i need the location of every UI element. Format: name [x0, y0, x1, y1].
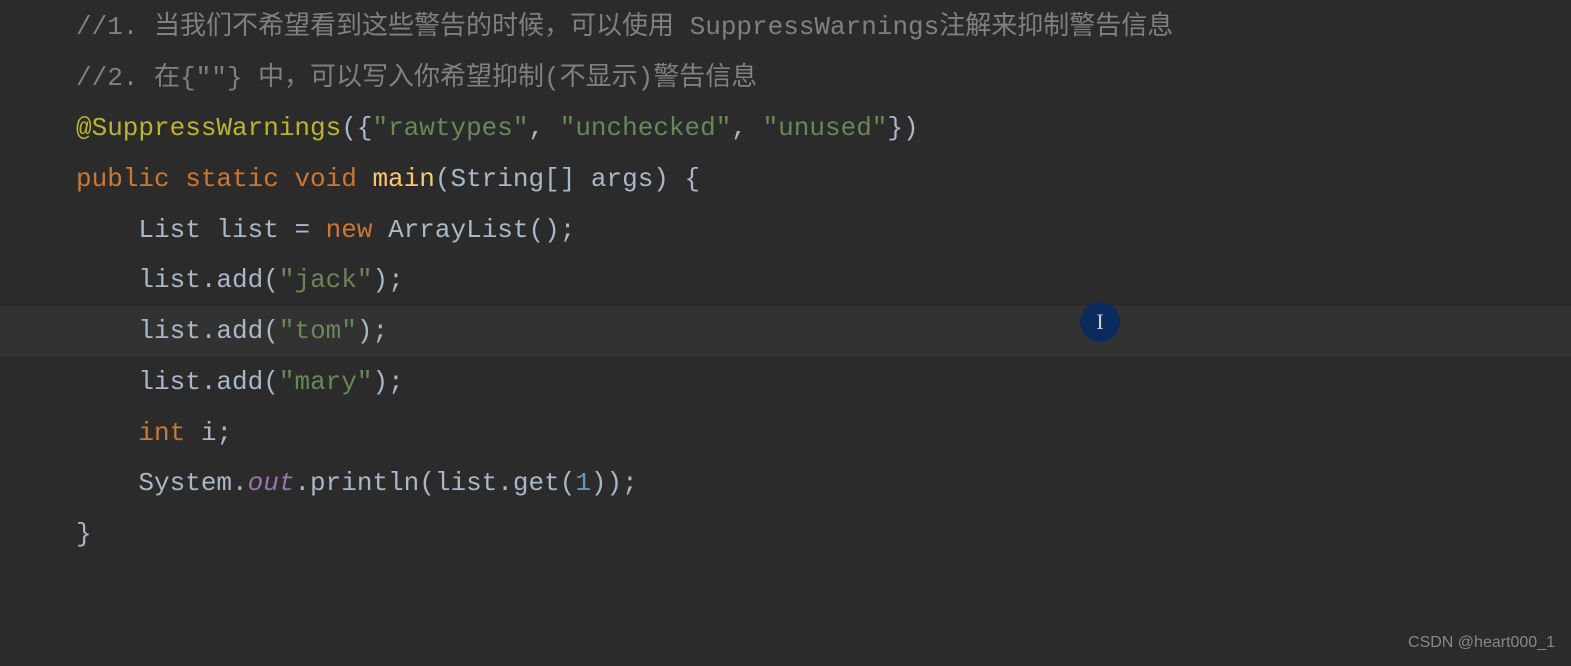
comment-text: //1. 当我们不希望看到这些警告的时候，可以使用 SuppressWarnin…: [76, 12, 1173, 42]
method-name: main: [372, 164, 434, 194]
code-line-10[interactable]: System.out.println(list.get(1));: [76, 458, 1571, 509]
indent: [76, 265, 138, 295]
method-call: list.add(: [138, 265, 278, 295]
end: ));: [591, 468, 638, 498]
text-cursor-icon: [1080, 302, 1120, 342]
code-line-5[interactable]: List list = new ArrayList();: [76, 205, 1571, 256]
indent: [76, 316, 138, 346]
indent: [76, 367, 138, 397]
system: System.: [138, 468, 247, 498]
code-line-6[interactable]: list.add("jack");: [76, 255, 1571, 306]
paren-close: }): [887, 113, 918, 143]
code-line-12[interactable]: }: [76, 509, 1571, 560]
string-literal: "jack": [279, 265, 373, 295]
number-literal: 1: [575, 468, 591, 498]
code-line-3[interactable]: @SuppressWarnings({"rawtypes", "unchecke…: [76, 103, 1571, 154]
string-literal: "unused": [763, 113, 888, 143]
keyword-public: public: [76, 164, 185, 194]
keyword-int: int: [138, 418, 200, 448]
params: (String[] args) {: [435, 164, 700, 194]
indent: [76, 418, 138, 448]
comma: ,: [529, 113, 560, 143]
string-literal: "unchecked": [560, 113, 732, 143]
end: );: [372, 265, 403, 295]
method-call: list.add(: [138, 316, 278, 346]
constructor: ArrayList();: [388, 215, 575, 245]
keyword-void: void: [294, 164, 372, 194]
watermark-text: CSDN @heart000_1: [1408, 627, 1555, 658]
variable: i;: [201, 418, 232, 448]
indent: [76, 468, 138, 498]
closing-brace: }: [76, 519, 92, 549]
string-literal: "rawtypes": [372, 113, 528, 143]
end: );: [372, 367, 403, 397]
static-field-out: out: [248, 468, 295, 498]
code-line-4[interactable]: public static void main(String[] args) {: [76, 154, 1571, 205]
keyword-static: static: [185, 164, 294, 194]
method-call: list.add(: [138, 367, 278, 397]
code-line-1[interactable]: //1. 当我们不希望看到这些警告的时候，可以使用 SuppressWarnin…: [76, 2, 1571, 53]
println: .println(list.get(: [294, 468, 575, 498]
code-line-9[interactable]: int i;: [76, 408, 1571, 459]
string-literal: "tom": [279, 316, 357, 346]
paren-open: ({: [341, 113, 372, 143]
annotation: @SuppressWarnings: [76, 113, 341, 143]
string-literal: "mary": [279, 367, 373, 397]
indent: [76, 215, 138, 245]
comment-text: //2. 在{""} 中，可以写入你希望抑制(不显示)警告信息: [76, 63, 757, 93]
end: );: [357, 316, 388, 346]
type-decl: List list =: [138, 215, 325, 245]
code-line-2[interactable]: //2. 在{""} 中，可以写入你希望抑制(不显示)警告信息: [76, 53, 1571, 104]
code-line-8[interactable]: list.add("mary");: [76, 357, 1571, 408]
code-line-7-highlighted[interactable]: list.add("tom");: [0, 306, 1571, 357]
comma: ,: [731, 113, 762, 143]
keyword-new: new: [326, 215, 388, 245]
